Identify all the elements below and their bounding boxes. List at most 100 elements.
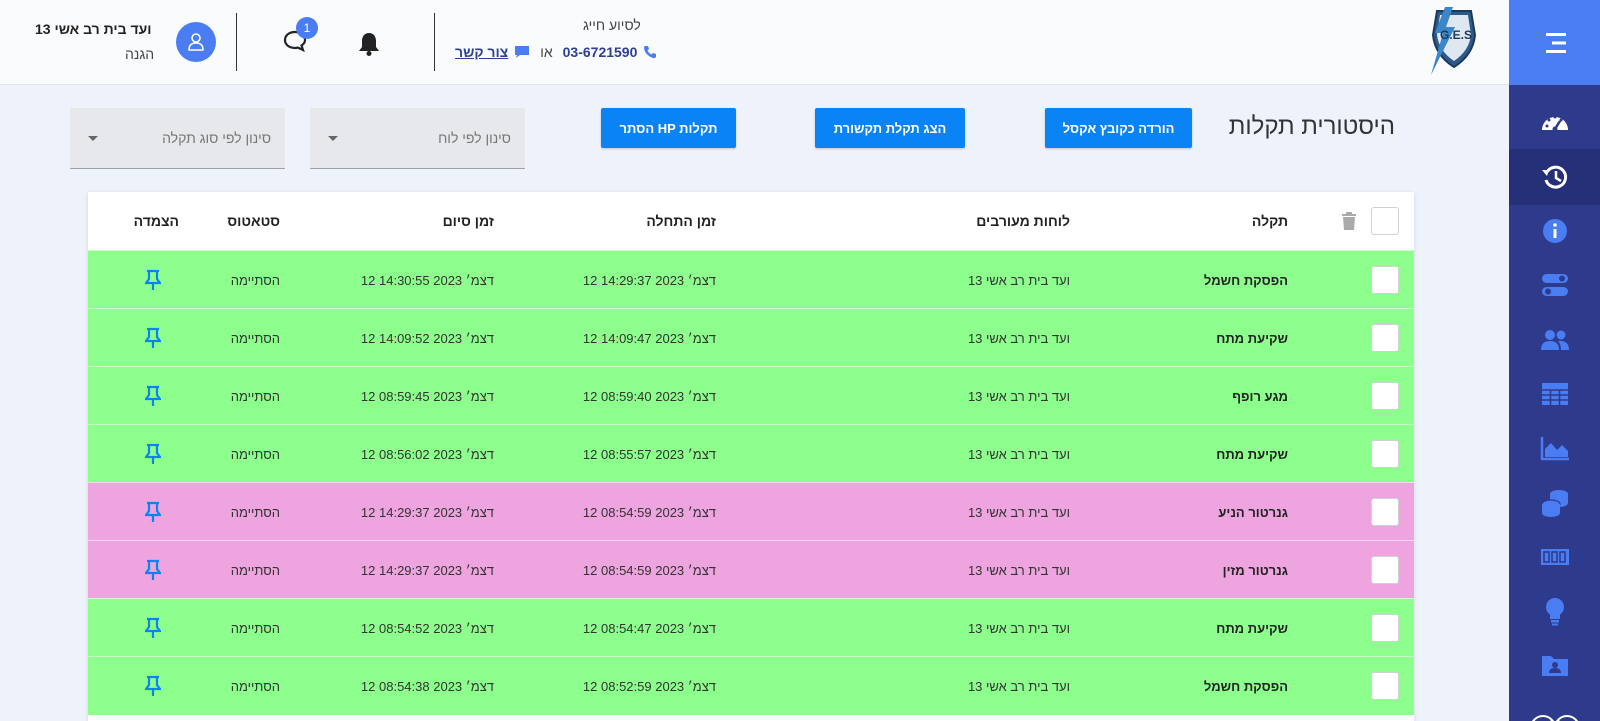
- fault-name: גנרטור הניע: [1218, 504, 1288, 520]
- row-checkbox[interactable]: [1371, 266, 1399, 294]
- pin-icon: [145, 501, 161, 522]
- table-row[interactable]: שקיעת מתח ועד בית רב אשי 13 12 דצמ׳ 2023 0…: [88, 424, 1414, 483]
- avatar[interactable]: [176, 22, 216, 62]
- filter-board-placeholder: סינון לפי לוח: [438, 130, 511, 146]
- notifications-button[interactable]: [358, 31, 380, 62]
- menu-icon: [1545, 32, 1566, 53]
- pin-button[interactable]: [143, 599, 163, 657]
- support-line: צור קשר או 03-6721590: [455, 42, 657, 62]
- sidebar-item-more[interactable]: [1509, 689, 1600, 721]
- sidebar-item-users[interactable]: [1509, 312, 1600, 368]
- start-time: 12 דצמ׳ 2023 08:59:40: [582, 388, 716, 404]
- filter-board-select[interactable]: סינון לפי לוח: [310, 108, 525, 169]
- start-time: 12 דצמ׳ 2023 08:55:57: [582, 446, 716, 462]
- end-time: 12 דצמ׳ 2023 14:30:55: [360, 272, 494, 288]
- pin-button[interactable]: [143, 483, 163, 541]
- table-row[interactable]: מגע רופף ועד בית רב אשי 13 12 דצמ׳ 2023 08…: [88, 366, 1414, 425]
- sidebar-item-folder-user[interactable]: [1509, 637, 1600, 693]
- row-checkbox[interactable]: [1371, 614, 1399, 642]
- table-row[interactable]: שקיעת מתח ועד בית רב אשי 13 12 דצמ׳ 2023 1…: [88, 308, 1414, 367]
- end-time: 12 דצמ׳ 2023 14:09:52: [360, 330, 494, 346]
- chevron-down-icon: [88, 135, 98, 141]
- database-icon: [1540, 490, 1568, 517]
- table-row[interactable]: הפסקת חשמל ועד בית רב אשי 13 12 דצמ׳ 2023 …: [88, 250, 1414, 309]
- header-divider: [434, 13, 435, 71]
- hide-hp-faults-button[interactable]: הסתר HP תקלות: [601, 108, 736, 148]
- sidebar-item-counter[interactable]: [1509, 529, 1600, 585]
- end-time: 12 דצמ׳ 2023 08:54:52: [360, 620, 494, 636]
- col-fault[interactable]: תקלה: [1252, 192, 1288, 250]
- table-icon: [1541, 383, 1568, 405]
- menu-toggle-button[interactable]: [1509, 0, 1600, 85]
- boards-involved: ועד בית רב אשי 13: [967, 272, 1070, 288]
- end-time: 12 דצמ׳ 2023 08:59:45: [360, 388, 494, 404]
- logo-text: G.E.S: [1440, 28, 1472, 42]
- header-divider: [236, 13, 237, 71]
- filter-fault-type-select[interactable]: סינון לפי סוג תקלה: [70, 108, 285, 169]
- status: הסתיימה: [230, 678, 280, 694]
- users-icon: [1540, 330, 1569, 350]
- table-row[interactable]: גנרטור מזין ועד בית רב אשי 13 12 דצמ׳ 2023…: [88, 540, 1414, 599]
- col-pin[interactable]: הצמדה: [134, 192, 179, 250]
- sidebar-item-table[interactable]: [1509, 366, 1600, 422]
- chat-badge: 1: [296, 17, 318, 39]
- start-time: 12 דצמ׳ 2023 08:52:59: [582, 678, 716, 694]
- sidebar-item-ideas[interactable]: [1509, 583, 1600, 639]
- sidebar-item-info[interactable]: [1509, 203, 1600, 259]
- row-checkbox[interactable]: [1371, 382, 1399, 410]
- start-time: 12 דצמ׳ 2023 08:54:59: [582, 504, 716, 520]
- boards-involved: ועד בית רב אשי 13: [967, 446, 1070, 462]
- col-end-time[interactable]: זמן סיום: [443, 192, 494, 250]
- status: הסתיימה: [230, 272, 280, 288]
- user-name: ועד בית רב אשי 13: [35, 21, 152, 37]
- pin-button[interactable]: [143, 541, 163, 599]
- status: הסתיימה: [230, 330, 280, 346]
- download-excel-button[interactable]: הורדה כקובץ אקסל: [1045, 108, 1192, 148]
- pin-button[interactable]: [143, 367, 163, 425]
- table-row[interactable]: גנרטור הניע ועד בית רב אשי 13 12 דצמ׳ 2023…: [88, 482, 1414, 541]
- sidebar-item-toggles[interactable]: [1509, 257, 1600, 313]
- col-start-time[interactable]: זמן התחלה: [646, 192, 716, 250]
- status: הסתיימה: [230, 562, 280, 578]
- fault-name: מגע רופף: [1232, 388, 1288, 404]
- pin-icon: [145, 269, 161, 290]
- table-row[interactable]: הפסקת חשמל ועד בית רב אשי 13 12 דצמ׳ 2023 …: [88, 656, 1414, 715]
- sidebar-item-database[interactable]: [1509, 475, 1600, 531]
- start-time: 12 דצמ׳ 2023 08:54:47: [582, 620, 716, 636]
- pin-button[interactable]: [143, 309, 163, 367]
- pin-button[interactable]: [143, 425, 163, 483]
- row-checkbox[interactable]: [1371, 556, 1399, 584]
- top-header: ועד בית רב אשי 13 הגנה 1 לסיוע חייג צור …: [0, 0, 1509, 85]
- message-icon: [515, 46, 530, 58]
- boards-involved: ועד בית רב אשי 13: [967, 330, 1070, 346]
- user-role: הגנה: [125, 46, 155, 62]
- row-checkbox[interactable]: [1371, 440, 1399, 468]
- sidebar-item-area-chart[interactable]: [1509, 420, 1600, 476]
- row-checkbox[interactable]: [1371, 324, 1399, 352]
- select-all-checkbox[interactable]: [1371, 207, 1399, 235]
- support-phone[interactable]: 03-6721590: [563, 44, 638, 60]
- ges-logo: G.E.S: [1425, 5, 1483, 82]
- chevron-down-icon: [328, 135, 338, 141]
- start-time: 12 דצמ׳ 2023 14:09:47: [582, 330, 716, 346]
- filter-fault-type-placeholder: סינון לפי סוג תקלה: [162, 130, 271, 146]
- fault-name: גנרטור מזין: [1222, 562, 1288, 578]
- col-status[interactable]: סטאטוס: [227, 192, 280, 250]
- dashboard-icon: [1541, 115, 1568, 132]
- pin-button[interactable]: [143, 251, 163, 309]
- pin-icon: [145, 327, 161, 348]
- sidebar-item-history[interactable]: [1509, 149, 1600, 205]
- sidebar-item-dashboard[interactable]: [1509, 94, 1600, 150]
- status: הסתיימה: [230, 504, 280, 520]
- delete-button[interactable]: [1339, 192, 1359, 250]
- table-row[interactable]: שקיעת מתח ועד בית רב אשי 13 12 דצמ׳ 2023 0…: [88, 598, 1414, 657]
- row-checkbox[interactable]: [1371, 672, 1399, 700]
- pin-button[interactable]: [143, 657, 163, 715]
- contact-link[interactable]: צור קשר: [455, 44, 508, 60]
- fault-name: הפסקת חשמל: [1203, 272, 1288, 288]
- more-icon: [1531, 715, 1578, 721]
- row-checkbox[interactable]: [1371, 498, 1399, 526]
- show-comm-fault-button[interactable]: הצג תקלת תקשורת: [815, 108, 965, 148]
- col-boards[interactable]: לוחות מעורבים: [976, 192, 1070, 250]
- end-time: 12 דצמ׳ 2023 08:54:38: [360, 678, 494, 694]
